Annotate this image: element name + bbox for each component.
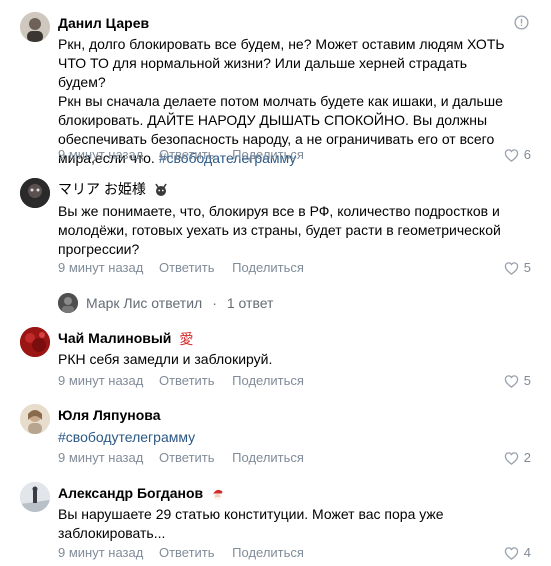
heart-icon (504, 451, 519, 465)
avatar[interactable] (20, 482, 50, 512)
avatar[interactable] (20, 178, 50, 208)
avatar[interactable] (20, 404, 50, 434)
like-count: 5 (523, 260, 531, 275)
comment-text: Вы же понимаете, что, блокируя все в РФ,… (58, 203, 501, 257)
info-icon[interactable] (514, 15, 529, 30)
like-count: 4 (523, 545, 531, 560)
heart-icon (504, 374, 519, 388)
like-button[interactable]: 2 (504, 450, 531, 466)
timestamp[interactable]: 9 минут назад (58, 373, 143, 389)
devil-emoji-icon (155, 183, 167, 197)
timestamp[interactable]: 9 минут назад (58, 260, 143, 276)
like-button[interactable]: 5 (504, 373, 531, 389)
reply-button[interactable]: Ответить (159, 545, 215, 561)
author-name[interactable]: マリア お姫様 (58, 180, 168, 198)
santa-emoji-icon (213, 490, 225, 501)
like-button[interactable]: 6 (504, 147, 531, 163)
share-button[interactable]: Поделиться (232, 450, 304, 466)
replied-by[interactable]: Марк Лис ответил (86, 295, 202, 311)
comment-meta: 9 минут назад Ответить Поделиться (58, 147, 318, 163)
avatar[interactable] (20, 327, 50, 357)
comment-text: #свободутелеграмму (58, 428, 518, 447)
reply-avatar (58, 293, 78, 313)
comment-meta: 9 минут назад Ответить Поделиться (58, 545, 318, 561)
author-name[interactable]: Александр Богданов (58, 484, 225, 502)
comment-text: РКН себя замедли и заблокируй. (58, 351, 273, 367)
timestamp[interactable]: 9 минут назад (58, 545, 143, 561)
replies-thread[interactable]: Марк Лис ответил · 1 ответ (58, 293, 273, 313)
timestamp[interactable]: 9 минут назад (58, 450, 143, 466)
comment-text: Вы нарушаете 29 статью конституции. Може… (58, 506, 444, 541)
share-button[interactable]: Поделиться (232, 147, 304, 163)
author-name[interactable]: Чай Малиновый 愛 (58, 329, 193, 348)
like-count: 2 (523, 450, 531, 465)
heart-icon (504, 261, 519, 275)
like-button[interactable]: 5 (504, 260, 531, 276)
like-button[interactable]: 4 (504, 545, 531, 561)
author-name[interactable]: Данил Царев (58, 14, 149, 32)
reply-button[interactable]: Ответить (159, 147, 215, 163)
separator: · (212, 295, 217, 311)
reply-button[interactable]: Ответить (159, 450, 215, 466)
reply-button[interactable]: Ответить (159, 373, 215, 389)
timestamp[interactable]: 9 минут назад (58, 147, 143, 163)
share-button[interactable]: Поделиться (232, 373, 304, 389)
heart-icon (504, 546, 519, 560)
comment-meta: 9 минут назад Ответить Поделиться (58, 450, 318, 466)
like-count: 6 (523, 147, 531, 162)
author-name[interactable]: Юля Ляпунова (58, 406, 161, 424)
comment-meta: 9 минут назад Ответить Поделиться (58, 260, 318, 276)
hashtag-link[interactable]: #свободутелеграмму (58, 429, 195, 445)
reply-count[interactable]: 1 ответ (227, 295, 274, 311)
comment-meta: 9 минут назад Ответить Поделиться (58, 373, 318, 389)
heart-icon (504, 148, 519, 162)
share-button[interactable]: Поделиться (232, 545, 304, 561)
share-button[interactable]: Поделиться (232, 260, 304, 276)
like-count: 5 (523, 373, 531, 388)
love-kanji-emoji: 愛 (179, 331, 194, 348)
avatar[interactable] (20, 12, 50, 42)
reply-button[interactable]: Ответить (159, 260, 215, 276)
